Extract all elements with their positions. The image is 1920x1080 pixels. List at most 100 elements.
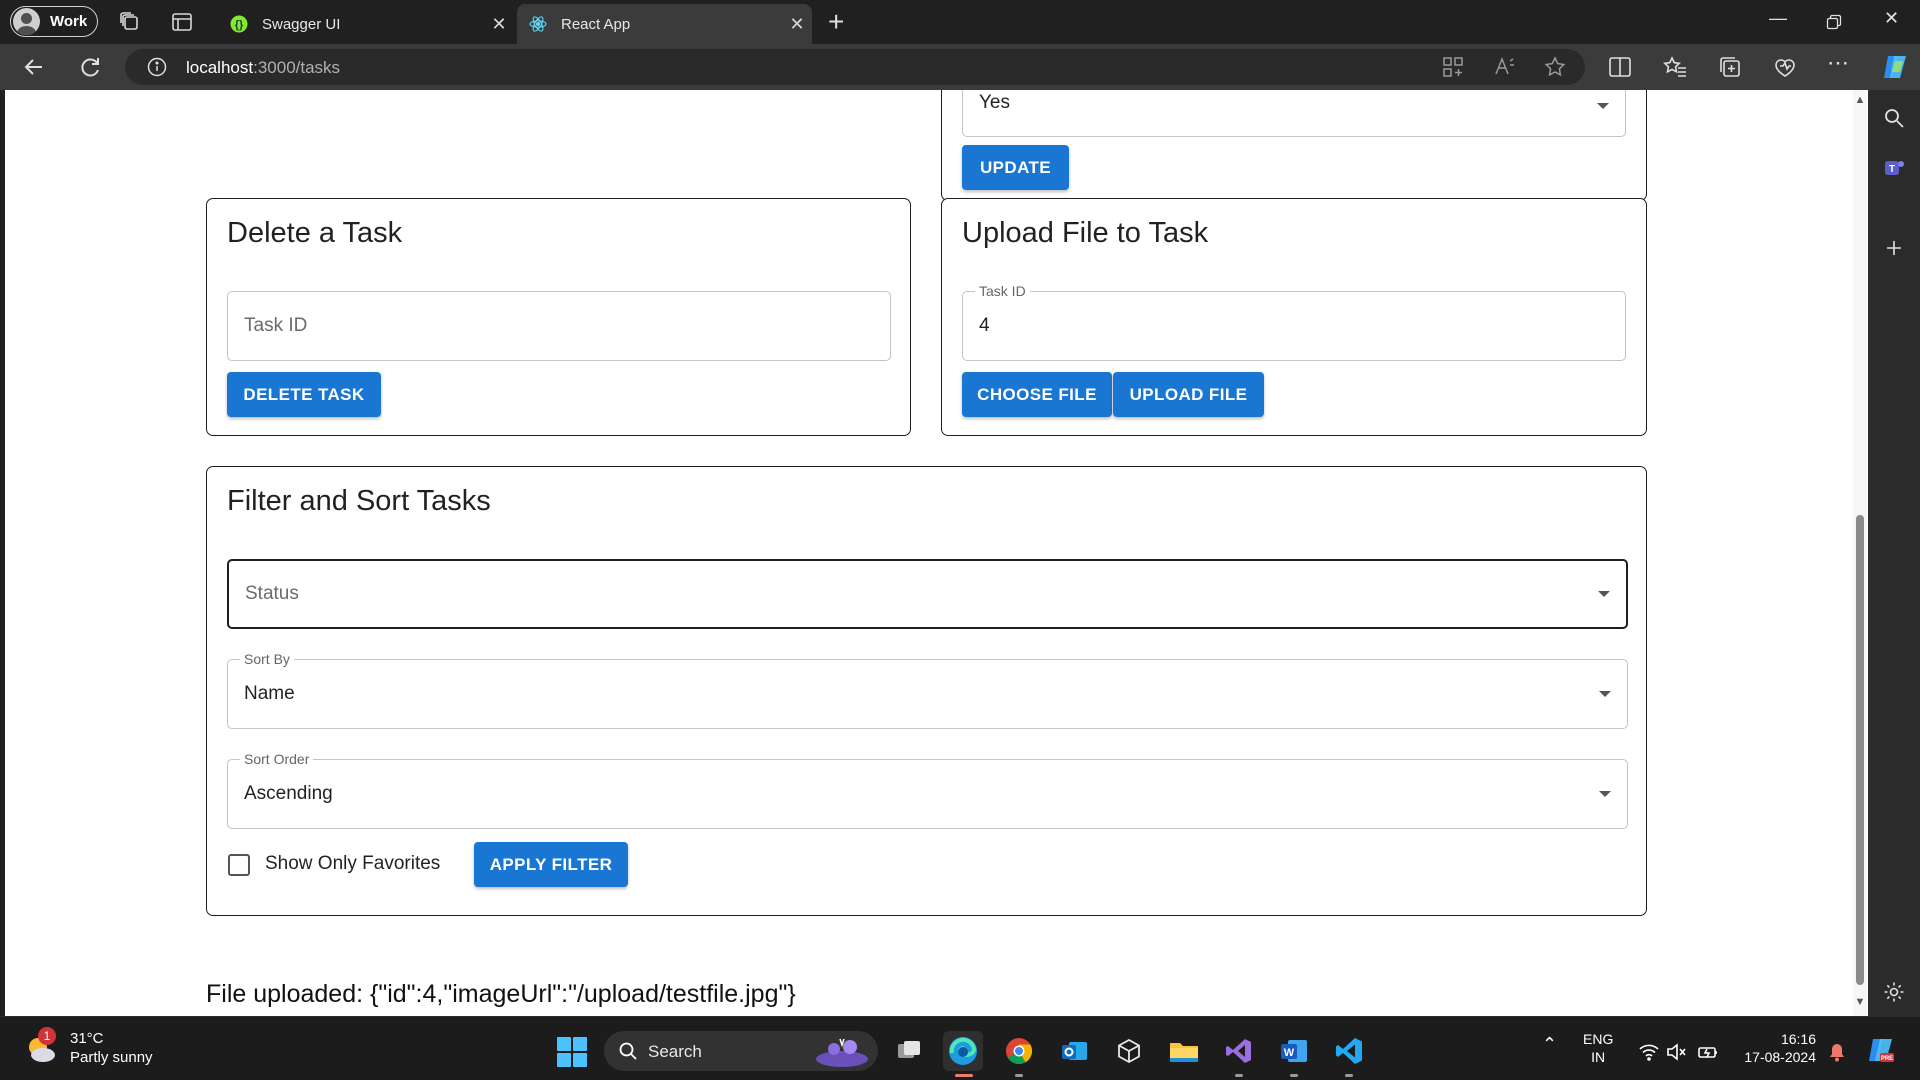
- svg-text:T: T: [1889, 164, 1895, 175]
- url-text: localhost:3000/tasks: [186, 58, 340, 78]
- windows-taskbar: 1 31°C Partly sunny Search W ⌃ ENG IN 16…: [0, 1016, 1920, 1080]
- battery-charging-icon[interactable]: [1697, 1041, 1719, 1063]
- profile-label: Work: [50, 13, 88, 30]
- close-window-icon[interactable]: ✕: [1884, 8, 1899, 29]
- split-screen-icon[interactable]: [1607, 54, 1633, 80]
- scrollbar-thumb[interactable]: [1856, 515, 1864, 985]
- card-title: Filter and Sort Tasks: [227, 485, 491, 517]
- field-label: Sort By: [240, 651, 294, 667]
- tab-react-app[interactable]: React App ✕: [517, 4, 812, 44]
- collections-icon[interactable]: [1717, 54, 1743, 80]
- status-select[interactable]: Status: [227, 559, 1628, 629]
- settings-more-icon[interactable]: ⋯: [1827, 50, 1853, 76]
- windows-start-icon[interactable]: [557, 1037, 587, 1067]
- delete-task-button[interactable]: DELETE TASK: [227, 372, 381, 417]
- close-tab-icon[interactable]: ✕: [782, 14, 812, 35]
- chrome-icon[interactable]: [999, 1031, 1039, 1077]
- sort-by-value: Name: [244, 683, 295, 704]
- task-view-icon[interactable]: [889, 1031, 929, 1071]
- refresh-icon[interactable]: [76, 53, 104, 81]
- vscode-icon[interactable]: [1329, 1031, 1369, 1077]
- sort-by-select[interactable]: Sort By Name: [227, 651, 1628, 729]
- apply-filter-button[interactable]: APPLY FILTER: [474, 842, 628, 887]
- browser-essentials-icon[interactable]: [1772, 54, 1798, 80]
- workspaces-icon[interactable]: [118, 10, 142, 34]
- gear-icon[interactable]: [1882, 980, 1906, 1004]
- svg-text:PRE: PRE: [1881, 1056, 1893, 1062]
- dropdown-arrow-icon: [1599, 791, 1611, 797]
- lang-line-2: IN: [1591, 1049, 1606, 1065]
- favorite-star-icon[interactable]: [1543, 55, 1567, 79]
- search-label: Search: [648, 1042, 702, 1061]
- search-icon[interactable]: [1882, 106, 1906, 130]
- favorites-checkbox[interactable]: [228, 854, 250, 876]
- weather-temp: 31°C: [70, 1030, 104, 1047]
- filter-sort-card: Filter and Sort Tasks Status Sort By Nam…: [206, 466, 1647, 916]
- task-id-value: 4: [979, 315, 990, 336]
- edge-sidebar: T: [1868, 90, 1920, 1016]
- tab-swagger-ui[interactable]: {} Swagger UI ✕: [218, 4, 514, 44]
- dev-tool-cube-icon[interactable]: [1109, 1031, 1149, 1071]
- scroll-up-icon[interactable]: ▲: [1854, 94, 1866, 106]
- language-indicator[interactable]: ENG IN: [1583, 1030, 1613, 1066]
- weather-widget[interactable]: 1 31°C Partly sunny: [24, 1027, 153, 1067]
- edge-icon[interactable]: [943, 1031, 983, 1077]
- task-id-placeholder: Task ID: [244, 315, 308, 336]
- status-placeholder: Status: [245, 583, 299, 604]
- clock-time: 16:16: [1780, 1031, 1816, 1047]
- site-info-icon[interactable]: [147, 57, 167, 77]
- read-aloud-icon[interactable]: [1493, 55, 1517, 79]
- favorites-label: Show Only Favorites: [265, 853, 441, 874]
- card-title: Upload File to Task: [962, 217, 1209, 249]
- field-label: Task ID: [975, 283, 1030, 299]
- volume-muted-icon[interactable]: [1665, 1041, 1687, 1063]
- back-icon[interactable]: [20, 53, 48, 81]
- clock-date: 17-08-2024: [1744, 1049, 1816, 1065]
- address-bar[interactable]: localhost:3000/tasks: [125, 49, 1585, 85]
- profile-button[interactable]: Work: [10, 6, 98, 37]
- teams-icon[interactable]: T: [1882, 156, 1906, 180]
- sort-order-select[interactable]: Sort Order Ascending: [227, 751, 1628, 829]
- upload-file-button[interactable]: UPLOAD FILE: [1113, 372, 1264, 417]
- url-host: localhost: [186, 58, 254, 77]
- app-available-icon[interactable]: [1441, 55, 1465, 79]
- upload-file-card: Upload File to Task Task ID 4 CHOOSE FIL…: [941, 198, 1647, 436]
- outlook-icon[interactable]: [1054, 1031, 1094, 1071]
- restore-icon[interactable]: [1826, 14, 1842, 30]
- favorites-icon[interactable]: [1662, 54, 1688, 80]
- update-task-card: Yes UPDATE: [941, 90, 1647, 201]
- dropdown-arrow-icon: [1599, 691, 1611, 697]
- file-explorer-icon[interactable]: [1164, 1031, 1204, 1071]
- update-select[interactable]: Yes: [962, 90, 1626, 137]
- new-tab-icon[interactable]: +: [828, 6, 844, 38]
- choose-file-button[interactable]: CHOOSE FILE: [962, 372, 1112, 417]
- copilot-taskbar-icon[interactable]: PRE: [1866, 1035, 1896, 1065]
- tab-actions-icon[interactable]: [170, 10, 194, 34]
- word-icon[interactable]: W: [1274, 1031, 1314, 1077]
- swagger-favicon-icon: {}: [230, 15, 248, 33]
- scroll-down-icon[interactable]: ▼: [1854, 996, 1866, 1008]
- upload-task-id-input[interactable]: Task ID 4: [962, 283, 1626, 361]
- sort-order-value: Ascending: [244, 783, 333, 804]
- page-viewport: Yes UPDATE Delete a Task Task ID DELETE …: [5, 90, 1868, 1016]
- browser-toolbar: localhost:3000/tasks ⋯: [0, 44, 1920, 90]
- status-message: File uploaded: {"id":4,"imageUrl":"/uplo…: [206, 980, 796, 1008]
- weather-condition: Partly sunny: [70, 1049, 153, 1066]
- update-button[interactable]: UPDATE: [962, 145, 1069, 190]
- close-tab-icon[interactable]: ✕: [484, 14, 514, 35]
- visual-studio-icon[interactable]: [1219, 1031, 1259, 1077]
- react-favicon-icon: [529, 16, 547, 32]
- taskbar-search[interactable]: Search: [604, 1031, 878, 1071]
- notification-bell-icon[interactable]: [1826, 1041, 1848, 1063]
- minimize-icon[interactable]: —: [1769, 8, 1787, 29]
- wifi-icon[interactable]: [1638, 1041, 1660, 1063]
- show-hidden-icons-icon[interactable]: ⌃: [1542, 1035, 1557, 1053]
- weather-badge: 1: [38, 1027, 56, 1045]
- add-icon[interactable]: [1882, 236, 1906, 260]
- clock[interactable]: 16:16 17-08-2024: [1736, 1030, 1816, 1066]
- card-title: Delete a Task: [227, 217, 403, 249]
- tab-title: Swagger UI: [262, 15, 341, 33]
- copilot-icon[interactable]: [1880, 52, 1910, 82]
- profile-avatar-icon: [13, 8, 40, 35]
- delete-task-id-input[interactable]: Task ID: [227, 291, 891, 361]
